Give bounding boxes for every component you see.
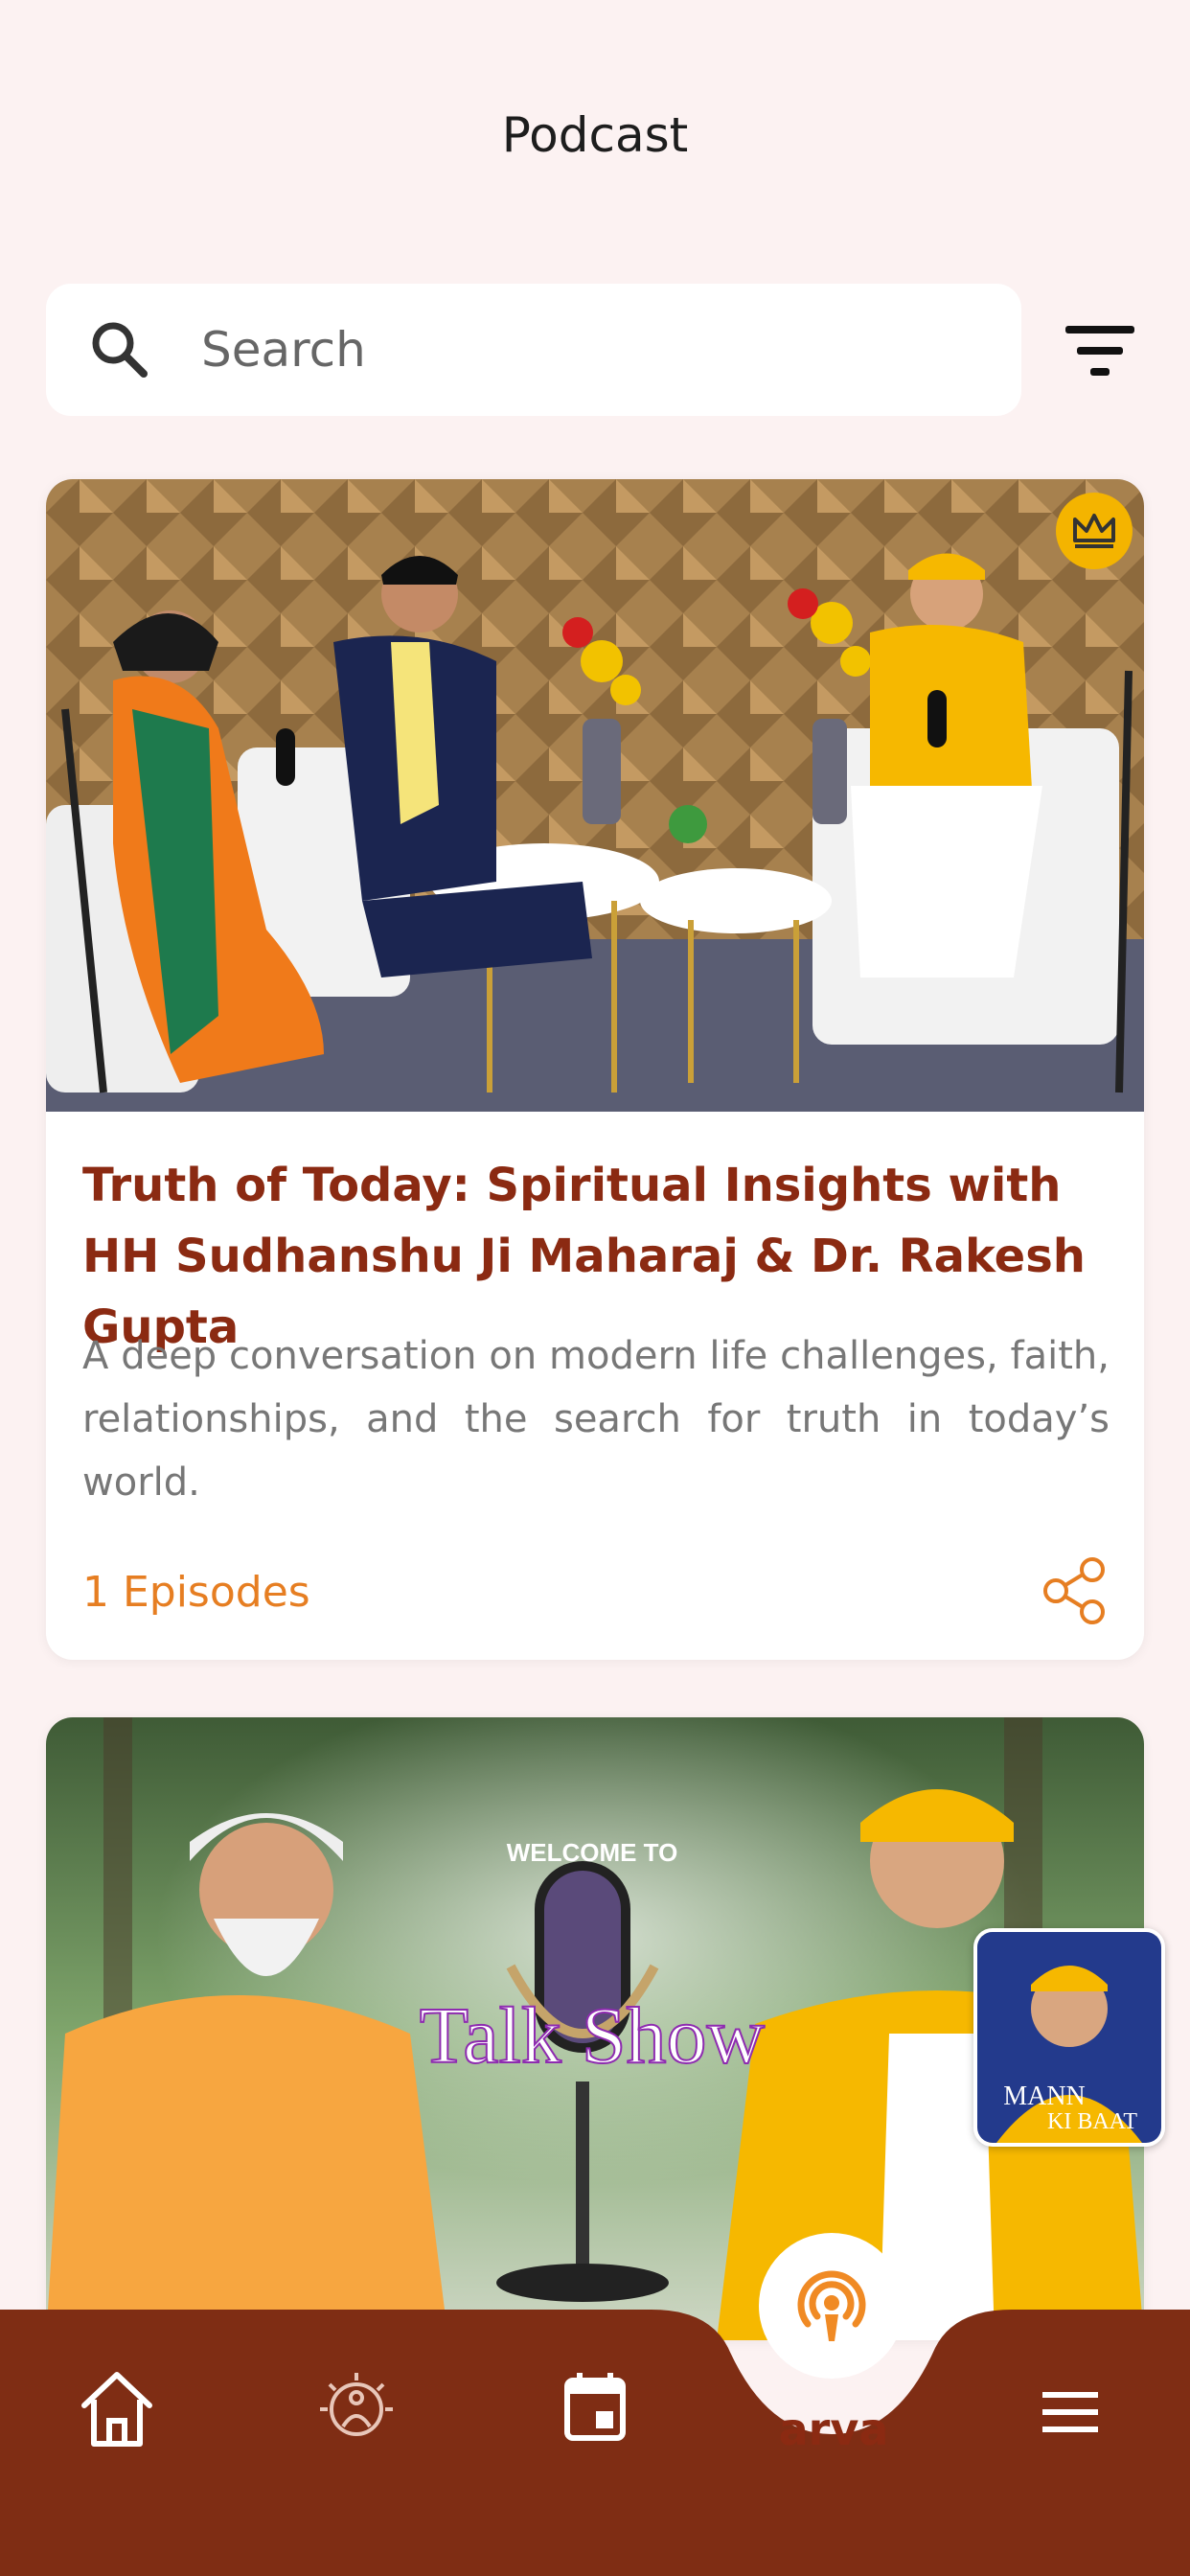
bottom-nav xyxy=(0,2310,1190,2576)
mini-player-label-1: MANN xyxy=(1003,2082,1086,2111)
floating-player[interactable]: MANN KI BAAT xyxy=(973,1928,1165,2147)
menu-icon[interactable] xyxy=(1041,2390,1100,2434)
premium-badge xyxy=(1056,493,1133,569)
podcast-thumbnail[interactable] xyxy=(46,479,1144,1112)
page-title: Podcast xyxy=(501,107,689,163)
search-input[interactable]: Search xyxy=(201,322,366,378)
podcast-tab-button[interactable] xyxy=(759,2233,904,2379)
meditation-icon[interactable] xyxy=(318,2371,395,2448)
home-icon[interactable] xyxy=(79,2367,155,2450)
podcast-icon xyxy=(797,2270,866,2341)
podcast-description: A deep conversation on modern life chall… xyxy=(82,1334,1110,1505)
banner-subtext: WELCOME TO xyxy=(507,1838,678,1867)
calendar-icon[interactable] xyxy=(563,2371,627,2442)
podcast-card[interactable]: Truth of Today: Spiritual Insights with … xyxy=(46,479,1144,1660)
banner-text: Talk Show xyxy=(420,1991,766,2081)
crown-icon xyxy=(1073,514,1115,548)
episode-count: 1 Episodes xyxy=(82,1568,310,1617)
mini-player-label-2: KI BAAT xyxy=(1047,2109,1137,2134)
share-icon[interactable] xyxy=(1042,1556,1108,1625)
search-bar[interactable]: Search xyxy=(46,284,1021,416)
filter-icon[interactable] xyxy=(1062,322,1138,380)
search-icon xyxy=(92,322,148,378)
podcast-tab-label: arva xyxy=(778,2404,889,2455)
